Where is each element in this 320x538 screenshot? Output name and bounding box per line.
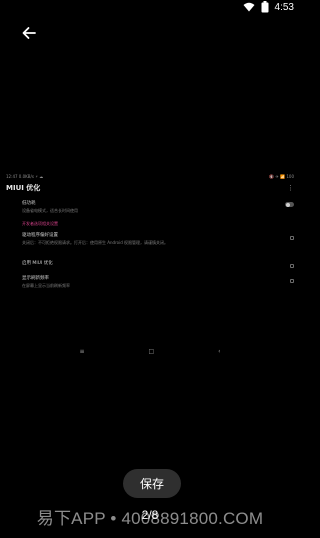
preview-row-sub: 在屏幕上显示当前刷新频率 bbox=[22, 283, 70, 288]
back-icon: ‹ bbox=[218, 347, 221, 355]
menu-icon: ≡ bbox=[79, 347, 85, 355]
preview-row-label: 低功耗 bbox=[22, 201, 36, 206]
arrow-left-icon bbox=[22, 27, 36, 39]
overflow-menu-icon: ⋮ bbox=[287, 184, 294, 192]
screenshot-preview[interactable]: 12:47 0.0KB/s ⚡ ☁ 🔇 ✈ 📶 100 MIUI 优化 ⋮ 低功… bbox=[0, 172, 300, 372]
preview-row-label: 驱动程序偏好设置 bbox=[22, 233, 58, 238]
save-button[interactable]: 保存 bbox=[123, 469, 181, 498]
preview-row-refresh: 显示刷新频率 在屏幕上显示当前刷新频率 bbox=[22, 275, 294, 289]
status-bar: 4:53 bbox=[220, 0, 300, 14]
preview-checkbox bbox=[290, 279, 294, 283]
preview-status-left: 12:47 0.0KB/s ⚡ ☁ bbox=[6, 173, 44, 179]
preview-row-sub: 关闭后：不可拒绝权限请求。打开后：使用原生 Android 权限管理，请谨慎关闭… bbox=[22, 240, 169, 245]
preview-status-right: 🔇 ✈ 📶 100 bbox=[269, 173, 294, 179]
preview-row-low-power: 低功耗 设备省电模式，适合长时间使用 bbox=[22, 200, 294, 214]
preview-row-sub: 设备省电模式，适合长时间使用 bbox=[22, 208, 78, 213]
home-icon: □ bbox=[148, 347, 155, 355]
preview-row-label: 显示刷新频率 bbox=[22, 276, 49, 281]
preview-section-header: 开发者选项相关设置 bbox=[22, 221, 58, 226]
preview-row-driver: 驱动程序偏好设置 关闭后：不可拒绝权限请求。打开后：使用原生 Android 权… bbox=[22, 232, 294, 246]
preview-checkbox bbox=[290, 236, 294, 240]
preview-row-miui-opt: 启用 MIUI 优化 bbox=[22, 260, 294, 268]
page-indicator: 2/8 bbox=[141, 508, 159, 522]
preview-header: MIUI 优化 ⋮ bbox=[6, 182, 294, 194]
back-button[interactable] bbox=[20, 24, 38, 42]
status-time: 4:53 bbox=[274, 1, 294, 13]
preview-checkbox bbox=[290, 264, 294, 268]
screenshot-editor-page: 4:53 12:47 0.0KB/s ⚡ ☁ 🔇 ✈ 📶 100 MIUI 优化… bbox=[0, 0, 300, 538]
preview-title: MIUI 优化 bbox=[6, 184, 41, 192]
preview-status-bar: 12:47 0.0KB/s ⚡ ☁ 🔇 ✈ 📶 100 bbox=[6, 172, 294, 180]
wifi-icon bbox=[243, 2, 255, 12]
battery-icon bbox=[261, 1, 269, 13]
preview-row-label: 启用 MIUI 优化 bbox=[22, 261, 53, 266]
preview-toggle bbox=[285, 202, 294, 207]
preview-navbar: ≡ □ ‹ bbox=[0, 346, 300, 356]
